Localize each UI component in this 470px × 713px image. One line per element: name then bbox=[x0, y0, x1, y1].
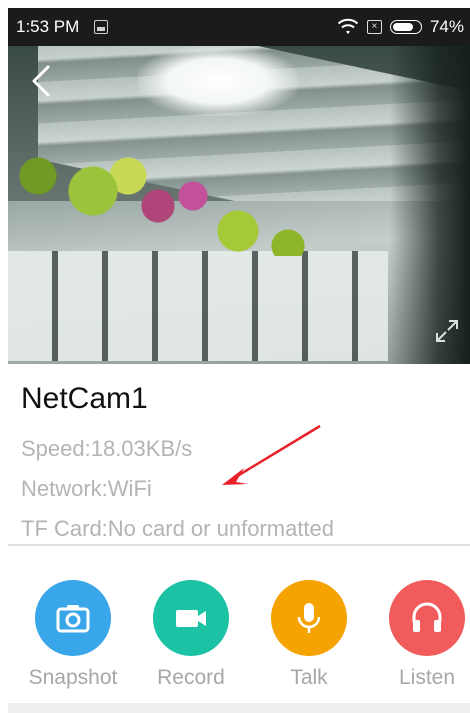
camera-info: NetCam1 Speed:18.03KB/s Network:WiFi TF … bbox=[8, 364, 470, 544]
status-bar: 1:53 PM × 74% bbox=[8, 8, 470, 46]
action-bar: Snapshot Record Talk Listen bbox=[8, 580, 470, 700]
annotation-arrow-icon bbox=[222, 424, 321, 485]
battery-icon bbox=[389, 20, 422, 34]
video-icon bbox=[176, 610, 206, 627]
camera-name: NetCam1 bbox=[21, 382, 148, 415]
headphones-icon bbox=[412, 602, 442, 632]
network-text: Network:WiFi bbox=[21, 476, 152, 501]
video-frame-plants bbox=[8, 136, 348, 256]
record-button[interactable]: Record bbox=[141, 580, 241, 700]
snapshot-label: Snapshot bbox=[28, 666, 118, 689]
status-time: 1:53 PM bbox=[16, 17, 80, 36]
app-screen: 1:53 PM × 74% NetCam1 Speed:18.03KB/s Ne… bbox=[8, 8, 470, 713]
back-arrow-icon[interactable] bbox=[26, 64, 56, 98]
fullscreen-icon[interactable] bbox=[434, 318, 460, 344]
wifi-icon bbox=[337, 18, 359, 34]
listen-label: Listen bbox=[398, 666, 456, 689]
status-right: × 74% bbox=[337, 16, 464, 38]
video-frame-light bbox=[138, 46, 298, 116]
bottom-strip bbox=[8, 703, 470, 713]
snapshot-button[interactable]: Snapshot bbox=[23, 580, 123, 700]
video-frame-panels bbox=[8, 251, 388, 361]
image-notification-icon bbox=[94, 20, 108, 34]
camera-icon bbox=[56, 605, 90, 633]
battery-percent: 74% bbox=[429, 17, 464, 36]
listen-circle bbox=[389, 580, 465, 656]
tf-card-text: TF Card:No card or unformatted bbox=[21, 516, 335, 541]
record-label: Record bbox=[157, 666, 225, 689]
snapshot-circle bbox=[35, 580, 111, 656]
talk-circle bbox=[271, 580, 347, 656]
talk-label: Talk bbox=[290, 666, 328, 689]
listen-button[interactable]: Listen bbox=[377, 580, 470, 700]
camera-live-view[interactable] bbox=[8, 46, 470, 364]
microphone-icon bbox=[297, 603, 321, 633]
no-sim-icon: × bbox=[366, 20, 382, 34]
talk-button[interactable]: Talk bbox=[259, 580, 359, 700]
speed-text: Speed:18.03KB/s bbox=[21, 436, 193, 461]
divider bbox=[8, 544, 470, 546]
record-circle bbox=[153, 580, 229, 656]
video-frame-shadow bbox=[390, 46, 470, 364]
